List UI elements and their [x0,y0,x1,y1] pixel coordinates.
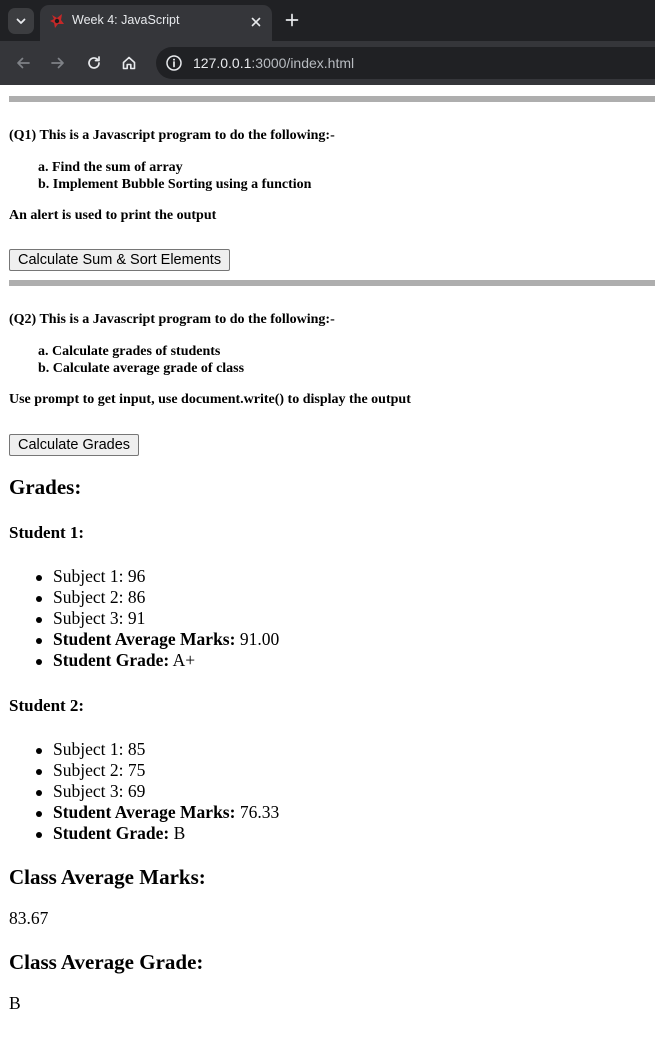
new-tab-button[interactable] [282,10,302,30]
q2-task-item: a. Calculate grades of students [38,344,221,359]
url-path: :3000/index.html [251,55,355,71]
tab-title: Week 4: JavaScript [72,13,180,27]
plus-icon [285,13,299,27]
home-icon [122,56,136,70]
student-2-marks-list: Subject 1: 85 Subject 2: 75 Subject 3: 6… [35,739,280,844]
avg-marks-value: 76.33 [235,802,280,822]
list-item: Subject 3: 69 [35,781,279,802]
class-average-marks-heading: Class Average Marks: [9,865,206,889]
url-text[interactable]: 127.0.0.1:3000/index.html [193,55,354,71]
student-1-heading: Student 1: [9,523,85,542]
q1-task-item: a. Find the sum of array [38,160,183,175]
q1-title: (Q1) This is a Javascript program to do … [9,128,335,143]
student-1-marks-list: Subject 1: 96 Subject 2: 86 Subject 3: 9… [35,566,280,671]
forward-arrow-icon [51,57,64,69]
list-item: Subject 2: 75 [35,760,279,781]
q1-task-list: a. Find the sum of array b. Implement Bu… [38,159,311,193]
grade-label: Student Grade: [53,823,170,843]
grade-label: Student Grade: [53,650,170,670]
list-item: Subject 1: 96 [35,566,279,587]
q1-task-item: b. Implement Bubble Sorting using a func… [38,177,312,192]
divider [9,280,655,286]
list-item: Student Average Marks: 76.33 [35,802,280,823]
tab-close-button[interactable] [248,14,264,30]
reload-icon [88,56,100,69]
back-arrow-icon [17,57,30,69]
list-item: Student Grade: A+ [35,650,279,671]
address-bar[interactable]: 127.0.0.1:3000/index.html [156,47,655,79]
grade-value: B [169,823,186,843]
list-item: Subject 3: 91 [35,608,279,629]
back-button[interactable] [13,53,33,73]
q2-task-item: b. Calculate average grade of class [38,361,245,376]
calculate-sum-sort-button[interactable]: Calculate Sum & Sort Elements [9,249,231,271]
q2-title: (Q2) This is a Javascript program to do … [9,312,335,327]
page-content: (Q1) This is a Javascript program to do … [0,85,655,1047]
avg-marks-value: 91.00 [235,629,280,649]
divider [9,96,655,102]
class-average-grade-value: B [9,993,21,1013]
list-item: Subject 1: 85 [35,739,279,760]
class-average-grade-heading: Class Average Grade: [9,950,204,974]
class-average-marks-value: 83.67 [9,908,49,928]
reload-button[interactable] [84,53,104,73]
tab-search-button[interactable] [8,8,34,34]
q2-task-list: a. Calculate grades of students b. Calcu… [38,343,244,377]
favicon-icon [50,14,64,28]
info-icon[interactable] [165,54,183,72]
close-icon [251,17,261,27]
avg-marks-label: Student Average Marks: [53,629,236,649]
list-item: Student Average Marks: 91.00 [35,629,280,650]
list-item: Student Grade: B [35,823,279,844]
q1-note: An alert is used to print the output [9,208,217,223]
grades-heading: Grades: [9,475,82,499]
forward-button[interactable] [48,53,68,73]
chevron-down-icon [16,18,26,24]
url-host: 127.0.0.1 [193,55,252,71]
grade-value: A+ [169,650,196,670]
list-item: Subject 2: 86 [35,587,279,608]
tab-strip: Week 4: JavaScript [0,0,655,41]
home-button[interactable] [119,53,139,73]
q2-note: Use prompt to get input, use document.wr… [9,392,411,407]
browser-toolbar: 127.0.0.1:3000/index.html [0,41,655,85]
calculate-grades-button[interactable]: Calculate Grades [9,434,140,456]
active-tab[interactable]: Week 4: JavaScript [40,5,272,41]
avg-marks-label: Student Average Marks: [53,802,236,822]
student-2-heading: Student 2: [9,696,85,715]
